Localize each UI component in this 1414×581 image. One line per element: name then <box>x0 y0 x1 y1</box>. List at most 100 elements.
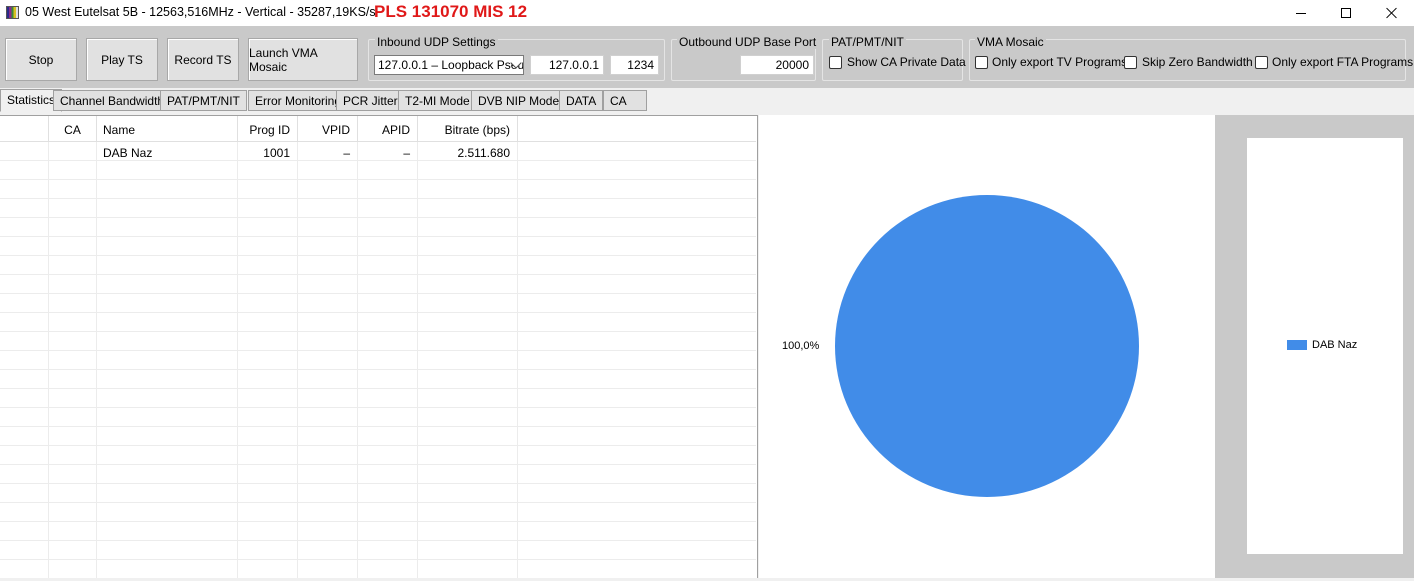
empty-cell <box>97 560 238 578</box>
empty-cell <box>358 370 418 389</box>
empty-cell <box>49 503 97 522</box>
empty-cell <box>298 294 358 313</box>
statistics-table: CA Name Prog ID VPID APID Bitrate (bps) … <box>0 115 758 578</box>
pls-mis-indicator: PLS 131070 MIS 12 <box>374 2 528 21</box>
empty-cell <box>97 275 238 294</box>
empty-cell <box>49 180 97 199</box>
tab-t2-mi-mode[interactable]: T2-MI Mode <box>398 90 477 111</box>
tab-pat-pmt-nit[interactable]: PAT/PMT/NIT <box>160 90 247 111</box>
empty-cell <box>97 313 238 332</box>
empty-cell <box>418 427 518 446</box>
empty-cell <box>418 503 518 522</box>
empty-cell <box>238 541 298 560</box>
column-header-vpid[interactable]: VPID <box>298 116 358 142</box>
stop-button[interactable]: Stop <box>5 38 77 81</box>
empty-cell <box>97 161 238 180</box>
only-tv-checkbox[interactable] <box>975 56 988 69</box>
column-header-apid[interactable]: APID <box>358 116 418 142</box>
column-header-bitrate[interactable]: Bitrate (bps) <box>418 116 518 142</box>
tab-error-monitoring[interactable]: Error Monitoring <box>248 90 349 111</box>
empty-cell <box>49 408 97 427</box>
empty-cell <box>358 313 418 332</box>
empty-cell <box>0 313 49 332</box>
minimize-button[interactable] <box>1278 0 1324 26</box>
launch-vma-mosaic-button[interactable]: Launch VMA Mosaic <box>248 38 358 81</box>
empty-cell <box>97 522 238 541</box>
app-icon <box>6 6 19 19</box>
empty-table-row <box>0 522 756 541</box>
pie-slice-label: 100,0% <box>782 340 820 352</box>
inbound-port-field[interactable]: 1234 <box>610 55 659 75</box>
empty-table-row <box>0 389 756 408</box>
empty-cell <box>97 389 238 408</box>
empty-cell <box>298 218 358 237</box>
empty-cell <box>97 256 238 275</box>
interface-select-value: 127.0.0.1 – Loopback Pseudo-Interface 1 <box>378 58 524 72</box>
empty-table-row <box>0 503 756 522</box>
record-ts-button[interactable]: Record TS <box>167 38 239 81</box>
empty-table-row <box>0 446 756 465</box>
empty-cell <box>358 332 418 351</box>
empty-cell <box>0 484 49 503</box>
empty-cell <box>358 351 418 370</box>
empty-cell <box>238 180 298 199</box>
outbound-port-field[interactable]: 20000 <box>740 55 814 75</box>
empty-cell <box>49 313 97 332</box>
empty-cell <box>358 275 418 294</box>
empty-cell <box>0 446 49 465</box>
empty-cell <box>358 427 418 446</box>
empty-cell <box>298 465 358 484</box>
empty-cell <box>238 199 298 218</box>
close-button[interactable] <box>1369 0 1414 26</box>
empty-cell <box>298 313 358 332</box>
pie-chart <box>835 195 1139 497</box>
empty-table-row <box>0 218 756 237</box>
maximize-button[interactable] <box>1323 0 1369 26</box>
title-bar: 05 West Eutelsat 5B - 12563,516MHz - Ver… <box>0 0 1414 26</box>
empty-cell <box>0 237 49 256</box>
pie-chart-area <box>759 115 1215 578</box>
empty-cell <box>358 484 418 503</box>
column-header-name[interactable]: Name <box>97 116 238 142</box>
tab-channel-bandwidth[interactable]: Channel Bandwidth <box>53 90 172 111</box>
empty-cell <box>238 484 298 503</box>
empty-cell <box>49 218 97 237</box>
tab-pcr-jitter[interactable]: PCR Jitter <box>336 90 405 111</box>
empty-cell <box>97 218 238 237</box>
empty-cell <box>238 446 298 465</box>
ca-cell <box>49 142 97 161</box>
empty-cell <box>358 256 418 275</box>
empty-cell <box>358 465 418 484</box>
empty-cell <box>97 465 238 484</box>
empty-cell <box>0 180 49 199</box>
tab-data[interactable]: DATA <box>559 90 604 111</box>
inbound-ip-field[interactable]: 127.0.0.1 <box>530 55 604 75</box>
tab-bar: Statistics Channel Bandwidth PAT/PMT/NIT… <box>0 88 1414 115</box>
show-ca-private-checkbox[interactable] <box>829 56 842 69</box>
skip-zero-checkbox[interactable] <box>1124 56 1137 69</box>
column-header-ca[interactable]: CA <box>49 116 97 142</box>
table-header-row: CA Name Prog ID VPID APID Bitrate (bps) <box>0 116 756 142</box>
empty-cell <box>97 199 238 218</box>
table-row[interactable]: DAB Naz 1001 – – 2.511.680 <box>0 142 756 161</box>
empty-cell <box>238 389 298 408</box>
empty-table-row <box>0 161 756 180</box>
tab-dvb-nip-mode[interactable]: DVB NIP Mode <box>471 90 567 111</box>
column-header-prog-id[interactable]: Prog ID <box>238 116 298 142</box>
empty-cell <box>0 370 49 389</box>
empty-table-row <box>0 560 756 578</box>
column-header-row-header[interactable] <box>0 116 49 142</box>
empty-cell <box>358 446 418 465</box>
empty-cell <box>418 522 518 541</box>
name-cell: DAB Naz <box>97 142 238 161</box>
play-ts-button[interactable]: Play TS <box>86 38 158 81</box>
empty-cell <box>49 465 97 484</box>
only-fta-checkbox[interactable] <box>1255 56 1268 69</box>
empty-cell <box>49 332 97 351</box>
empty-cell <box>49 427 97 446</box>
empty-cell <box>0 541 49 560</box>
empty-cell <box>97 294 238 313</box>
interface-select[interactable]: 127.0.0.1 – Loopback Pseudo-Interface 1 <box>374 55 524 75</box>
inbound-udp-title: Inbound UDP Settings <box>375 35 498 49</box>
tab-ca[interactable]: CA <box>603 90 647 111</box>
